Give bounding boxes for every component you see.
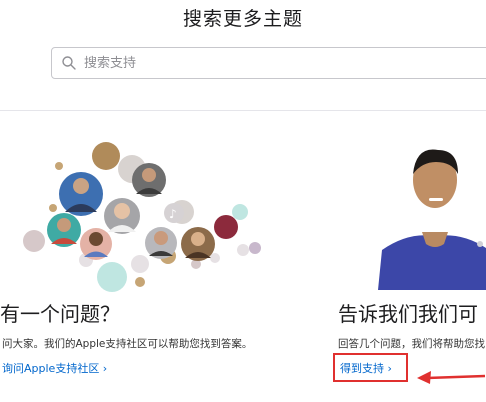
section-divider: [0, 110, 486, 111]
avatar: [145, 227, 177, 259]
search-icon: [62, 56, 76, 70]
avatar: [104, 198, 140, 234]
avatar: [181, 227, 215, 261]
search-box[interactable]: [51, 47, 486, 79]
ask-community-link[interactable]: 询问Apple支持社区 ›: [2, 360, 107, 376]
page-title: 搜索更多主题: [182, 8, 303, 30]
support-description: 回答几个问题，我们将帮助您找: [338, 338, 485, 350]
community-description: 问大家。我们的Apple支持社区可以帮助您找到答案。: [2, 338, 253, 350]
avatar: [80, 228, 112, 260]
support-person-photo: [378, 140, 486, 290]
svg-text:♪: ♪: [169, 207, 177, 221]
avatar: [59, 172, 103, 216]
support-heading: 告诉我们我们可: [338, 302, 478, 326]
music-note-bubble: ♪: [164, 203, 184, 223]
community-illustration: ♪: [23, 142, 261, 292]
community-heading: 有一个问题？: [0, 302, 120, 326]
search-input[interactable]: [84, 48, 484, 78]
annotation-highlight-box: [333, 353, 408, 382]
annotation-arrow: [417, 371, 486, 384]
avatar: [132, 163, 166, 197]
avatar: [47, 213, 81, 247]
